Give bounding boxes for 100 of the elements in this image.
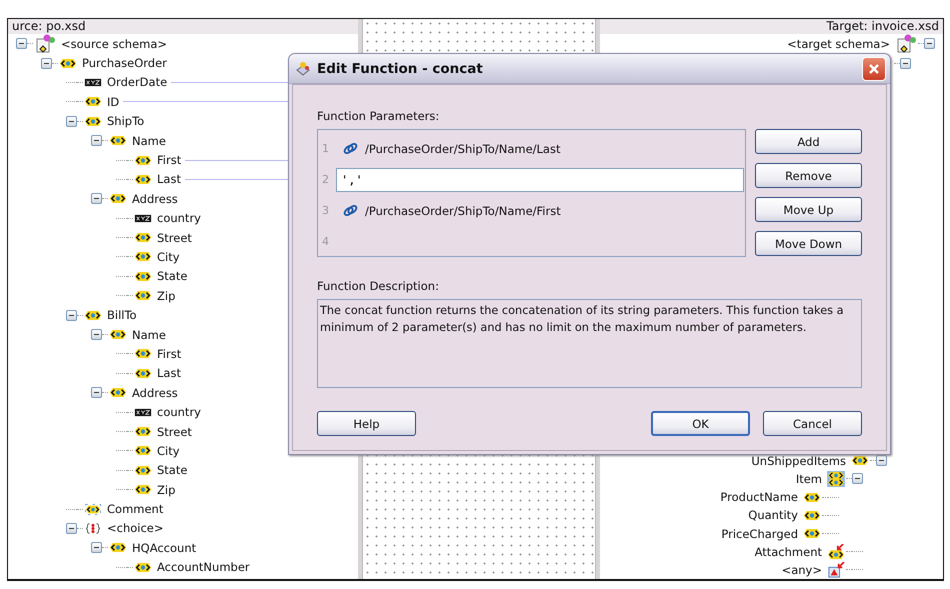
tree-node-label[interactable]: <choice>: [105, 521, 166, 536]
dialog-title: Edit Function - concat: [317, 60, 484, 76]
tree-node-label[interactable]: PriceCharged: [719, 526, 800, 541]
description-text: The concat function returns the concatenation of its string parameters. This function takes a minimum of 2 parameter(s) and has no limit on the maximum number of parameters.: [317, 299, 862, 388]
repeating-element-icon: [827, 470, 845, 487]
tree-node-label[interactable]: Attachment: [752, 544, 824, 559]
tree-node-label[interactable]: HQAccount: [130, 540, 198, 555]
function-icon: [295, 60, 311, 76]
tree-node-label[interactable]: <source schema>: [59, 36, 170, 51]
collapse-toggle[interactable]: [900, 58, 911, 69]
tree-node-label[interactable]: country: [155, 211, 203, 226]
optional-element-icon: [84, 504, 102, 515]
tree-node-label[interactable]: First: [155, 153, 184, 168]
element-icon: [84, 96, 102, 108]
tree-node-label[interactable]: City: [155, 444, 182, 458]
link-icon: [342, 142, 359, 155]
collapse-toggle[interactable]: [66, 116, 77, 127]
tree-node-label[interactable]: Comment: [105, 502, 166, 516]
tree-node-label[interactable]: country: [155, 405, 203, 420]
collapse-toggle[interactable]: [66, 522, 77, 534]
attribute-icon: [134, 212, 152, 224]
tree-node-label[interactable]: Zip: [155, 482, 178, 497]
parameter-path[interactable]: /PurchaseOrder/ShipTo/Name/Last: [365, 142, 560, 156]
tree-node-label[interactable]: Address: [130, 192, 180, 206]
tree-node-label[interactable]: OrderDate: [105, 75, 170, 90]
collapse-toggle[interactable]: [852, 473, 863, 484]
tree-node-label[interactable]: State: [155, 463, 190, 478]
tree-node-label[interactable]: State: [155, 269, 190, 284]
tree-node-label[interactable]: City: [155, 250, 182, 264]
collapse-toggle[interactable]: [41, 58, 52, 69]
element-icon: [59, 58, 77, 69]
tree-node-label[interactable]: Last: [155, 172, 183, 186]
element-icon: [851, 455, 869, 466]
panel-title: urce: po.xsd: [12, 19, 86, 33]
element-icon: [84, 116, 102, 127]
tree-node-label[interactable]: Name: [130, 328, 168, 342]
choice-icon: [84, 522, 102, 534]
element-icon: [109, 135, 127, 146]
dialog-button[interactable]: Remove: [755, 163, 862, 188]
line-number: 4: [321, 235, 330, 248]
tree-node-label[interactable]: UnShippedItems: [749, 454, 848, 468]
tree-node-label[interactable]: PurchaseOrder: [80, 56, 169, 70]
tree-node-label[interactable]: BillTo: [105, 308, 139, 322]
collapse-toggle[interactable]: [91, 329, 102, 340]
element-icon: [109, 387, 127, 398]
line-number: 3: [321, 204, 330, 217]
dialog-button[interactable]: Cancel: [763, 411, 862, 436]
element-icon: [134, 232, 152, 244]
dialog-button[interactable]: OK: [651, 411, 750, 436]
tree-node-label[interactable]: Street: [155, 230, 194, 245]
tree-node-label[interactable]: Zip: [155, 288, 178, 303]
element-icon: [134, 464, 152, 476]
tree-node-label[interactable]: AccountNumber: [155, 560, 252, 574]
element-icon: [134, 562, 152, 573]
element-icon: [134, 426, 152, 437]
tree-node-label[interactable]: ProductName: [718, 490, 800, 504]
tree-node-label[interactable]: Item: [794, 472, 824, 486]
collapse-toggle[interactable]: [91, 542, 102, 554]
tree-node-label[interactable]: First: [155, 346, 184, 361]
collapse-toggle[interactable]: [91, 193, 102, 204]
collapse-toggle[interactable]: [66, 310, 77, 321]
element-icon: [134, 154, 152, 166]
tree-node-label[interactable]: ID: [105, 94, 122, 109]
element-icon: [134, 348, 152, 360]
tree-node-label[interactable]: Name: [130, 134, 168, 148]
tree-node-label[interactable]: <target schema>: [785, 36, 892, 51]
collapse-toggle[interactable]: [16, 38, 27, 50]
tree-node-label[interactable]: Address: [130, 386, 180, 400]
dialog-button[interactable]: Move Up: [755, 197, 862, 222]
any-element-icon: [827, 562, 845, 578]
parameters-label: Function Parameters:: [317, 109, 440, 123]
tree-node-label[interactable]: ShipTo: [105, 114, 146, 128]
tree-node-label[interactable]: Last: [155, 366, 183, 380]
collapse-toggle[interactable]: [924, 38, 935, 50]
parameter-path[interactable]: /PurchaseOrder/ShipTo/Name/First: [365, 204, 561, 218]
tree-node-label[interactable]: Street: [155, 424, 194, 438]
dialog-button[interactable]: Add: [755, 129, 862, 154]
element-icon: [109, 193, 127, 204]
collapse-toggle[interactable]: [91, 135, 102, 146]
element-icon: [109, 329, 127, 340]
element-reference-icon: [827, 544, 845, 560]
help-button[interactable]: Help: [317, 411, 416, 436]
element-icon: [109, 542, 127, 554]
tree-node-label[interactable]: <any>: [780, 562, 824, 577]
collapse-toggle[interactable]: [91, 387, 102, 398]
element-icon: [134, 251, 152, 262]
tree-node-label[interactable]: Quantity: [746, 508, 800, 522]
attribute-icon: [134, 406, 152, 418]
line-number: 1: [321, 142, 330, 155]
close-button[interactable]: [862, 56, 886, 80]
link-icon: [342, 204, 359, 217]
element-icon: [134, 445, 152, 456]
parameter-input[interactable]: ',': [336, 168, 744, 192]
element-icon: [803, 492, 821, 503]
panel-title: Target: invoice.xsd: [826, 19, 939, 33]
element-icon: [803, 528, 821, 540]
collapse-toggle[interactable]: [876, 455, 887, 466]
element-icon: [803, 510, 821, 521]
element-icon: [134, 484, 152, 496]
dialog-button[interactable]: Move Down: [755, 231, 862, 256]
